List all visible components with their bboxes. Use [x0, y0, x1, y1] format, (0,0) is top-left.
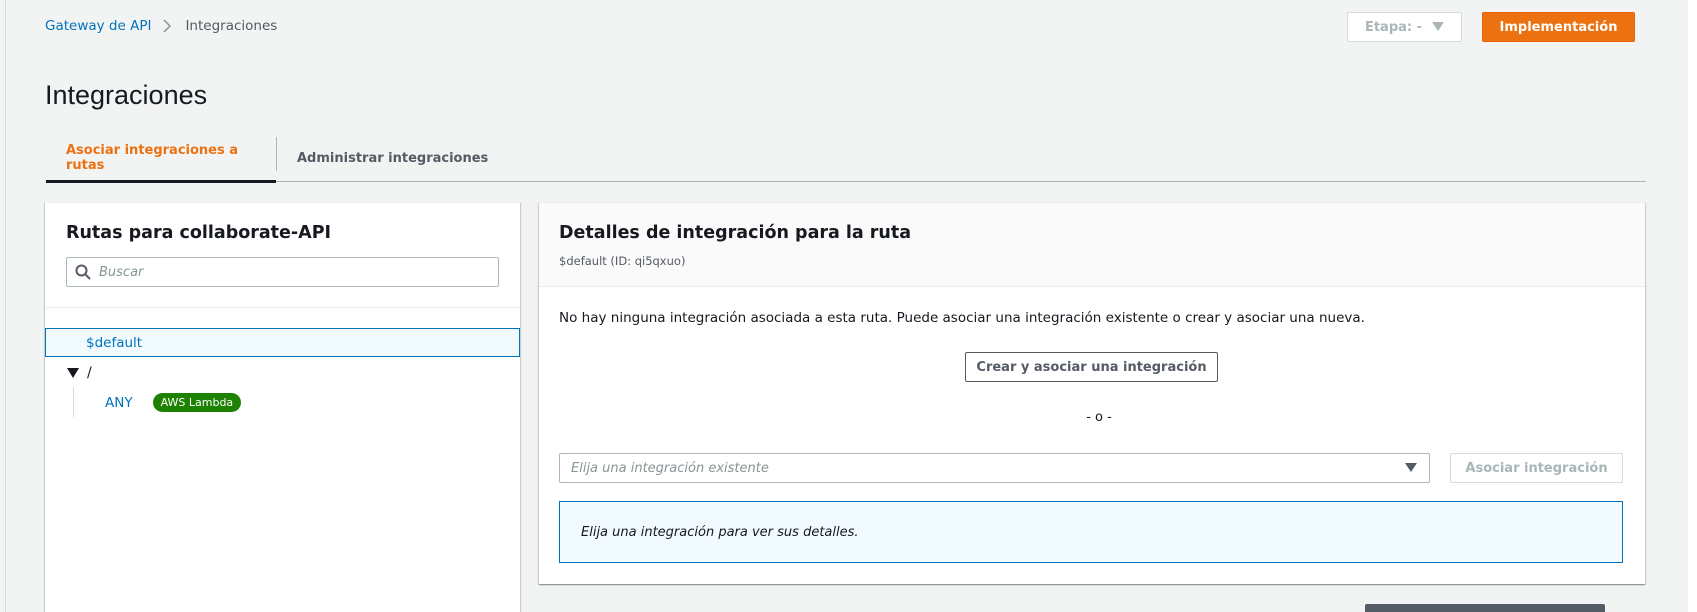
associate-integration-button[interactable]: Asociar integración	[1450, 453, 1623, 483]
feedback-widget[interactable]	[1365, 604, 1605, 612]
breadcrumb-current-page: Integraciones	[185, 18, 278, 34]
window-left-border	[5, 0, 6, 612]
create-integration-button[interactable]: Crear y asociar una integración	[965, 352, 1218, 382]
or-separator: - o -	[1086, 410, 1112, 425]
search-icon	[67, 264, 99, 280]
caret-down-icon	[1432, 20, 1445, 35]
tree-line	[73, 387, 74, 417]
page-title: Integraciones	[45, 80, 208, 110]
no-integration-message: No hay ninguna integración asociada a es…	[559, 310, 1365, 326]
integration-info-box: Elija una integración para ver sus detal…	[559, 501, 1623, 563]
route-search	[66, 257, 499, 287]
tab-bar: Asociar integraciones a rutas Administra…	[46, 135, 1646, 183]
routes-panel: Rutas para collaborate-API $default / AN…	[45, 202, 520, 612]
integration-badge: AWS Lambda	[152, 393, 242, 412]
integration-details-panel: Detalles de integración para la ruta $de…	[539, 202, 1645, 584]
tab-manage-integrations[interactable]: Administrar integraciones	[277, 135, 508, 181]
stage-select-label: Etapa: -	[1364, 19, 1423, 35]
details-panel-header: Detalles de integración para la ruta $de…	[539, 203, 1645, 287]
breadcrumb: Gateway de API Integraciones	[45, 18, 277, 34]
integration-select-placeholder: Elija una integración existente	[571, 460, 769, 476]
route-root-path: /	[87, 365, 92, 381]
stage-select: Etapa: -	[1347, 12, 1462, 42]
routes-panel-title: Rutas para collaborate-API	[66, 223, 332, 243]
caret-down-icon	[1405, 461, 1417, 476]
route-item-default[interactable]: $default	[45, 328, 520, 357]
existing-integration-select[interactable]: Elija una integración existente	[559, 453, 1430, 483]
route-method-any[interactable]: ANY	[105, 395, 133, 411]
route-item-root: /	[67, 365, 92, 381]
route-item-any: ANY AWS Lambda	[105, 393, 242, 412]
route-id-subtitle: $default (ID: qi5qxuo)	[559, 254, 686, 268]
chevron-right-icon	[163, 19, 172, 33]
caret-down-icon[interactable]	[67, 368, 79, 378]
deploy-button[interactable]: Implementación	[1482, 12, 1635, 42]
tab-associate-integrations[interactable]: Asociar integraciones a rutas	[46, 135, 276, 183]
window-right-margin	[1688, 0, 1697, 612]
search-input[interactable]	[99, 264, 489, 280]
divider	[45, 307, 520, 308]
details-panel-title: Detalles de integración para la ruta	[559, 223, 912, 243]
info-text: Elija una integración para ver sus detal…	[581, 524, 859, 540]
breadcrumb-link-api-gateway[interactable]: Gateway de API	[45, 18, 151, 34]
